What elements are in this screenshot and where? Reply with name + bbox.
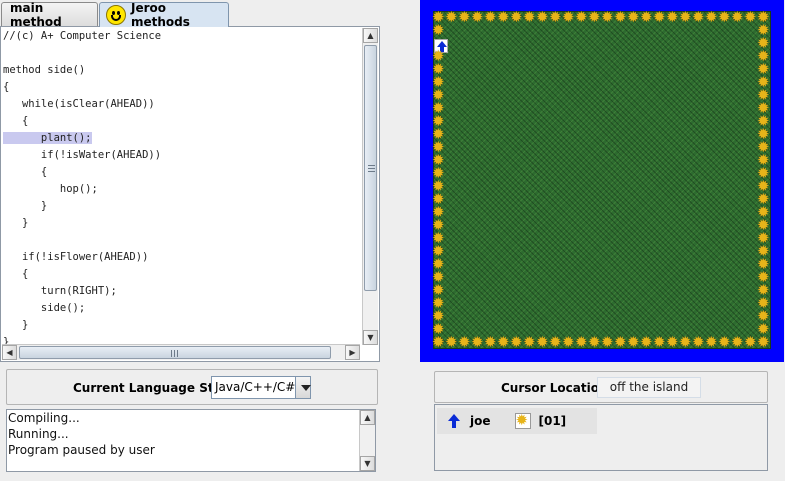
code-line[interactable] bbox=[3, 45, 358, 62]
tab-bar: main method Jeroo methods bbox=[0, 0, 380, 29]
code-line[interactable]: if(!isWater(AHEAD)) bbox=[3, 147, 358, 164]
jeroo-name: joe bbox=[470, 414, 491, 428]
language-style-select[interactable]: Java/C++/C# bbox=[211, 376, 311, 399]
console-line: Compiling... bbox=[8, 411, 80, 425]
code-line[interactable]: } bbox=[3, 198, 358, 215]
vertical-scrollbar[interactable]: ▲ ▼ bbox=[362, 28, 378, 345]
cursor-location-value: off the island bbox=[597, 377, 701, 398]
scroll-down-button[interactable]: ▼ bbox=[363, 330, 378, 345]
cursor-location-label: Cursor Location bbox=[501, 381, 608, 395]
scroll-up-button[interactable]: ▲ bbox=[363, 28, 378, 43]
language-style-panel: Current Language Style Java/C++/C# bbox=[6, 369, 378, 405]
grass-area bbox=[433, 11, 771, 349]
console-line: Running... bbox=[8, 427, 69, 441]
console-line: Program paused by user bbox=[8, 443, 155, 457]
code-line[interactable]: plant(); bbox=[3, 130, 358, 147]
island-grid[interactable] bbox=[432, 8, 771, 351]
island-view[interactable] bbox=[420, 0, 784, 362]
code-line[interactable]: //(c) A+ Computer Science bbox=[3, 28, 358, 45]
console-scrollbar[interactable]: ▲ ▼ bbox=[359, 410, 375, 471]
cursor-location-panel: Cursor Location off the island bbox=[434, 371, 768, 403]
arrow-up-icon bbox=[447, 414, 461, 428]
horizontal-scroll-thumb[interactable] bbox=[19, 346, 331, 359]
smiley-icon bbox=[106, 5, 126, 25]
tab-main-method[interactable]: main method bbox=[1, 1, 98, 29]
console-scroll-up-button[interactable]: ▲ bbox=[360, 410, 375, 425]
code-area[interactable]: //(c) A+ Computer Science method side(){ … bbox=[3, 28, 358, 345]
flower-count: [01] bbox=[538, 414, 567, 428]
vertical-scroll-thumb[interactable] bbox=[364, 45, 377, 291]
flower-icon bbox=[757, 333, 771, 351]
console-scroll-down-button[interactable]: ▼ bbox=[360, 456, 375, 471]
chevron-down-icon[interactable] bbox=[295, 377, 311, 398]
code-line[interactable]: while(isClear(AHEAD)) bbox=[3, 96, 358, 113]
horizontal-scrollbar[interactable]: ◀ ▶ bbox=[2, 344, 360, 360]
code-line[interactable]: { bbox=[3, 79, 358, 96]
code-line[interactable]: turn(RIGHT); bbox=[3, 283, 358, 300]
tab-jeroo-methods-label: Jeroo methods bbox=[131, 1, 190, 29]
code-line[interactable]: { bbox=[3, 113, 358, 130]
code-line[interactable]: { bbox=[3, 266, 358, 283]
code-line[interactable]: side(); bbox=[3, 300, 358, 317]
tab-main-method-label: main method bbox=[10, 1, 62, 29]
code-line[interactable]: { bbox=[3, 164, 358, 181]
flower-icon bbox=[432, 333, 446, 351]
scroll-right-button[interactable]: ▶ bbox=[345, 345, 360, 360]
code-editor[interactable]: //(c) A+ Computer Science method side(){ … bbox=[0, 26, 380, 362]
code-line[interactable]: } bbox=[3, 317, 358, 334]
scroll-left-button[interactable]: ◀ bbox=[2, 345, 17, 360]
language-style-value: Java/C++/C# bbox=[212, 377, 296, 398]
flower-icon bbox=[757, 8, 771, 26]
flower-icon bbox=[432, 21, 446, 39]
jeroo-status-row: joe [01] bbox=[437, 408, 597, 434]
language-style-label: Current Language Style bbox=[73, 381, 234, 395]
code-line[interactable]: method side() bbox=[3, 62, 358, 79]
tab-jeroo-methods[interactable]: Jeroo methods bbox=[99, 1, 229, 29]
code-line[interactable]: } bbox=[3, 215, 358, 232]
flower-icon bbox=[514, 411, 531, 429]
code-line[interactable] bbox=[3, 232, 358, 249]
message-console: Compiling... Running... Program paused by … bbox=[6, 409, 376, 472]
code-line[interactable]: if(!isFlower(AHEAD)) bbox=[3, 249, 358, 266]
jeroo-status-panel: joe [01] bbox=[434, 404, 768, 471]
code-line[interactable]: hop(); bbox=[3, 181, 358, 198]
